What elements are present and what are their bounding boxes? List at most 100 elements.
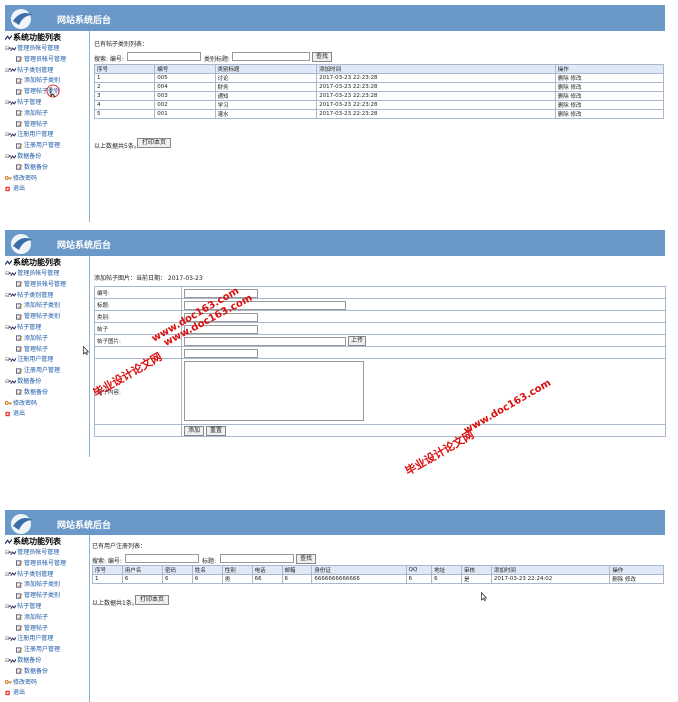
sidebar-item-label: 帖子管理	[17, 324, 42, 331]
sidebar-item[interactable]: ⊟ 帖子管理	[5, 322, 41, 331]
sidebar-item[interactable]: ⊟ 管理员帐号管理	[5, 43, 59, 52]
sidebar-item[interactable]: 管理员帐号管理	[16, 279, 66, 288]
sidebar-item[interactable]: 退出	[5, 687, 25, 696]
sidebar-item[interactable]: 管理帖子	[16, 344, 48, 353]
sidebar-item[interactable]: 管理帖子类别	[16, 311, 60, 320]
sidebar-item[interactable]: ⊟ 数据备份	[5, 376, 41, 385]
search-button[interactable]: 查找	[296, 554, 316, 564]
sidebar-item[interactable]: ⊟ 注册用户管理	[5, 354, 53, 363]
column-header: 类别标题	[214, 64, 318, 74]
row-actions[interactable]: 删除 修改	[554, 82, 665, 92]
edit-page-icon	[16, 143, 23, 149]
tree-icon	[5, 538, 12, 544]
sidebar-item-label: 管理员帐号管理	[17, 549, 60, 556]
folder-tree-icon	[9, 550, 17, 555]
sidebar-item[interactable]: ⊟ 管理员帐号管理	[5, 547, 59, 556]
search-number-input[interactable]	[127, 52, 201, 61]
column-header: QQ	[405, 565, 433, 575]
sidebar-item[interactable]: 添加帖子	[16, 612, 48, 621]
sidebar-item[interactable]: 管理员帐号管理	[16, 558, 66, 567]
edit-page-icon	[16, 281, 23, 287]
search-number-input[interactable]	[125, 554, 199, 563]
reset-button[interactable]: 重置	[206, 426, 226, 436]
sidebar-item[interactable]: 修改密码	[5, 677, 37, 686]
sidebar-item-label: 添加帖子类别	[24, 302, 61, 310]
sidebar-item[interactable]: 管理帖子	[16, 119, 48, 128]
table-cell: 讨论	[214, 73, 318, 83]
list-heading: 已有用户注册列表：	[92, 543, 147, 550]
exit-icon	[5, 186, 10, 192]
sidebar: 系统功能列表 ⊟ 管理员帐号管理 管理员帐号管理 ⊟ 帖子类别管理 添加帖子类别 管理帖子类…	[5, 256, 90, 457]
sidebar-item[interactable]: 添加帖子	[16, 108, 48, 117]
site-title: 网站系统后台	[57, 241, 112, 251]
sidebar-item[interactable]: 注册用户管理	[16, 644, 60, 653]
edit-page-icon	[16, 314, 23, 320]
sidebar-item[interactable]: 数据备份	[16, 387, 48, 396]
sidebar-item[interactable]: ⊟ 帖子管理	[5, 97, 41, 106]
key-icon	[5, 176, 12, 180]
sidebar-item[interactable]: ⊟ 注册用户管理	[5, 633, 53, 642]
sidebar-item[interactable]: ⊟ 帖子管理	[5, 601, 41, 610]
sidebar-item[interactable]: 注册用户管理	[16, 365, 60, 374]
add-button[interactable]: 添加	[184, 426, 204, 436]
sidebar-item[interactable]: ⊟ 数据备份	[5, 655, 41, 664]
sidebar-item[interactable]: 数据备份	[16, 162, 48, 171]
sidebar-item[interactable]: ⊟ 帖子类别管理	[5, 65, 53, 74]
column-header: 电话	[251, 565, 283, 575]
row-actions[interactable]: 删除 修改	[554, 109, 665, 119]
sidebar-item[interactable]: 注册用户管理	[16, 140, 60, 149]
search-button[interactable]: 查找	[312, 52, 332, 62]
print-button[interactable]: 打印本页	[137, 138, 171, 148]
title-label: 标题:	[202, 558, 217, 565]
row-actions[interactable]: 删除 修改	[554, 91, 665, 101]
sidebar-item[interactable]: 添加帖子	[16, 333, 48, 342]
main-panel: 已有帖子类别列表： 搜索: 编号: 类别标题: 查找 序号 编号 类别标题 添加时间操…	[92, 34, 666, 222]
header-bar: 网站系统后台	[5, 510, 665, 535]
sidebar-item[interactable]: 退出	[5, 183, 25, 192]
table-cell: 6666666666666	[311, 574, 407, 584]
image-path-input[interactable]	[184, 337, 346, 346]
sidebar-item[interactable]: ⊟ 数据备份	[5, 151, 41, 160]
table-row: 1 005 讨论 2017-03-23 22:23:28 删除 修改	[93, 73, 665, 83]
search-title-input[interactable]	[220, 554, 294, 563]
tree-icon	[5, 259, 12, 265]
folder-tree-icon	[9, 46, 17, 51]
sidebar-item[interactable]: 修改密码	[5, 398, 37, 407]
sidebar-item[interactable]: ⊟ 帖子类别管理	[5, 290, 53, 299]
sidebar-item[interactable]: 添加帖子类别	[16, 300, 60, 309]
sidebar-item[interactable]: 管理帖子类别	[16, 590, 60, 599]
field-label	[94, 346, 182, 359]
sidebar-item-label: 添加帖子类别	[24, 581, 61, 589]
sidebar-item-label: 帖子类别管理	[17, 570, 54, 578]
extra-input[interactable]	[184, 349, 258, 358]
sidebar-item-label: 管理帖子	[24, 345, 49, 353]
sidebar-item-label: 注册用户管理	[24, 367, 61, 375]
row-actions[interactable]: 删除 修改	[609, 574, 664, 584]
table-cell: 6	[431, 574, 462, 584]
main-panel: 添加帖子图片： 当前日期： 2017-03-23 编号: 标题: 类别: 帖子 …	[92, 259, 666, 457]
sidebar-item[interactable]: 退出	[5, 408, 25, 417]
column-header: 序号	[93, 64, 156, 74]
sidebar-item[interactable]: 数据备份	[16, 666, 48, 675]
sidebar-item-label: 退出	[13, 185, 26, 193]
edit-page-icon	[16, 303, 23, 309]
sidebar-item[interactable]: ⊟ 帖子类别管理	[5, 569, 53, 578]
content-textarea[interactable]	[184, 361, 364, 421]
row-actions[interactable]: 删除 修改	[554, 100, 665, 110]
search-title-input[interactable]	[232, 52, 310, 61]
sidebar-item-label: 管理帖子类别	[24, 592, 61, 600]
row-actions[interactable]: 删除 修改	[554, 73, 665, 83]
folder-tree-icon	[9, 293, 17, 298]
print-button[interactable]: 打印本页	[135, 595, 169, 605]
folder-tree-icon	[9, 132, 17, 137]
sidebar-item[interactable]: 添加帖子类别	[16, 579, 60, 588]
table-cell: 6	[281, 574, 313, 584]
sidebar-item[interactable]: 管理员帐号管理	[16, 54, 66, 63]
upload-button[interactable]: 上传	[348, 336, 366, 346]
sidebar-item[interactable]: ⊟ 注册用户管理	[5, 129, 53, 138]
sidebar: 系统功能列表 ⊟ 管理员帐号管理 管理员帐号管理 ⊟ 帖子类别管理 添加帖子类别 管理帖子类…	[5, 31, 90, 222]
sidebar-item[interactable]: 管理帖子	[16, 623, 48, 632]
search-label: 搜索: 编号:	[92, 558, 122, 565]
sidebar-item[interactable]: ⊟ 管理员帐号管理	[5, 268, 59, 277]
sidebar-item[interactable]: 修改密码	[5, 173, 37, 182]
